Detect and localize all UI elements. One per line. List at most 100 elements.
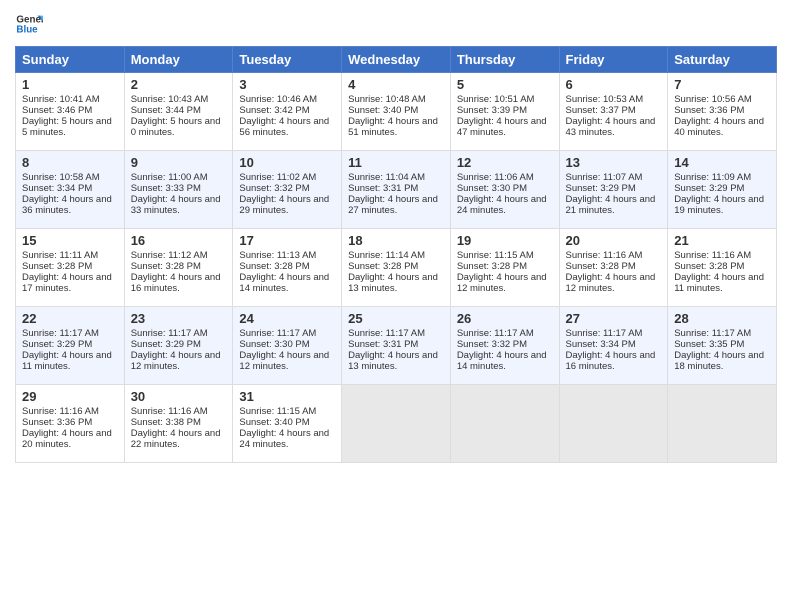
header-cell-thursday: Thursday [450, 47, 559, 73]
calendar-cell: 18Sunrise: 11:14 AMSunset: 3:28 PMDaylig… [342, 229, 451, 307]
calendar-cell: 12Sunrise: 11:06 AMSunset: 3:30 PMDaylig… [450, 151, 559, 229]
daylight-label: Daylight: 4 hours and 11 minutes. [22, 350, 112, 372]
calendar-cell: 23Sunrise: 11:17 AMSunset: 3:29 PMDaylig… [124, 307, 233, 385]
daylight-label: Daylight: 4 hours and 36 minutes. [22, 194, 112, 216]
sunset: Sunset: 3:31 PM [348, 183, 418, 194]
calendar-cell: 11Sunrise: 11:04 AMSunset: 3:31 PMDaylig… [342, 151, 451, 229]
sunrise: Sunrise: 10:41 AM [22, 94, 100, 105]
day-number: 26 [457, 311, 553, 326]
sunrise: Sunrise: 11:14 AM [348, 250, 425, 261]
sunrise: Sunrise: 11:17 AM [131, 328, 208, 339]
sunset: Sunset: 3:28 PM [22, 261, 92, 272]
header-cell-sunday: Sunday [16, 47, 125, 73]
calendar-cell: 14Sunrise: 11:09 AMSunset: 3:29 PMDaylig… [668, 151, 777, 229]
calendar-cell: 20Sunrise: 11:16 AMSunset: 3:28 PMDaylig… [559, 229, 668, 307]
calendar-cell [559, 385, 668, 463]
daylight-label: Daylight: 4 hours and 16 minutes. [131, 272, 221, 294]
sunset: Sunset: 3:28 PM [674, 261, 744, 272]
day-number: 25 [348, 311, 444, 326]
day-number: 16 [131, 233, 227, 248]
day-number: 4 [348, 77, 444, 92]
daylight-label: Daylight: 4 hours and 51 minutes. [348, 116, 438, 138]
day-number: 24 [239, 311, 335, 326]
sunrise: Sunrise: 11:06 AM [457, 172, 534, 183]
day-number: 29 [22, 389, 118, 404]
calendar-cell: 10Sunrise: 11:02 AMSunset: 3:32 PMDaylig… [233, 151, 342, 229]
daylight-label: Daylight: 4 hours and 13 minutes. [348, 272, 438, 294]
day-number: 7 [674, 77, 770, 92]
day-number: 12 [457, 155, 553, 170]
daylight-label: Daylight: 4 hours and 14 minutes. [457, 350, 547, 372]
sunset: Sunset: 3:28 PM [348, 261, 418, 272]
sunset: Sunset: 3:32 PM [239, 183, 309, 194]
sunset: Sunset: 3:40 PM [239, 417, 309, 428]
sunset: Sunset: 3:29 PM [22, 339, 92, 350]
sunrise: Sunrise: 11:17 AM [22, 328, 99, 339]
daylight-label: Daylight: 4 hours and 43 minutes. [566, 116, 656, 138]
calendar-cell: 7Sunrise: 10:56 AMSunset: 3:36 PMDayligh… [668, 73, 777, 151]
sunset: Sunset: 3:28 PM [566, 261, 636, 272]
calendar-cell: 8Sunrise: 10:58 AMSunset: 3:34 PMDayligh… [16, 151, 125, 229]
logo: General Blue [15, 10, 43, 38]
day-number: 27 [566, 311, 662, 326]
sunset: Sunset: 3:36 PM [22, 417, 92, 428]
week-row-4: 22Sunrise: 11:17 AMSunset: 3:29 PMDaylig… [16, 307, 777, 385]
sunrise: Sunrise: 11:17 AM [674, 328, 751, 339]
day-number: 5 [457, 77, 553, 92]
sunrise: Sunrise: 10:58 AM [22, 172, 100, 183]
sunset: Sunset: 3:39 PM [457, 105, 527, 116]
calendar-cell: 9Sunrise: 11:00 AMSunset: 3:33 PMDayligh… [124, 151, 233, 229]
sunset: Sunset: 3:28 PM [239, 261, 309, 272]
calendar-cell: 13Sunrise: 11:07 AMSunset: 3:29 PMDaylig… [559, 151, 668, 229]
sunrise: Sunrise: 11:15 AM [239, 406, 316, 417]
sunrise: Sunrise: 11:16 AM [674, 250, 751, 261]
daylight-label: Daylight: 4 hours and 40 minutes. [674, 116, 764, 138]
daylight-label: Daylight: 4 hours and 14 minutes. [239, 272, 329, 294]
day-number: 1 [22, 77, 118, 92]
calendar-cell: 2Sunrise: 10:43 AMSunset: 3:44 PMDayligh… [124, 73, 233, 151]
daylight-label: Daylight: 4 hours and 19 minutes. [674, 194, 764, 216]
sunset: Sunset: 3:28 PM [131, 261, 201, 272]
sunrise: Sunrise: 11:09 AM [674, 172, 751, 183]
sunrise: Sunrise: 11:13 AM [239, 250, 316, 261]
page-header: General Blue [15, 10, 777, 38]
week-row-3: 15Sunrise: 11:11 AMSunset: 3:28 PMDaylig… [16, 229, 777, 307]
calendar-cell: 4Sunrise: 10:48 AMSunset: 3:40 PMDayligh… [342, 73, 451, 151]
calendar-cell: 26Sunrise: 11:17 AMSunset: 3:32 PMDaylig… [450, 307, 559, 385]
sunset: Sunset: 3:29 PM [674, 183, 744, 194]
calendar-table: SundayMondayTuesdayWednesdayThursdayFrid… [15, 46, 777, 463]
sunset: Sunset: 3:33 PM [131, 183, 201, 194]
day-number: 11 [348, 155, 444, 170]
sunrise: Sunrise: 11:16 AM [131, 406, 208, 417]
daylight-label: Daylight: 4 hours and 24 minutes. [457, 194, 547, 216]
sunrise: Sunrise: 11:17 AM [239, 328, 316, 339]
sunset: Sunset: 3:46 PM [22, 105, 92, 116]
daylight-label: Daylight: 4 hours and 12 minutes. [457, 272, 547, 294]
daylight-label: Daylight: 4 hours and 27 minutes. [348, 194, 438, 216]
sunset: Sunset: 3:29 PM [566, 183, 636, 194]
sunrise: Sunrise: 11:11 AM [22, 250, 98, 261]
sunrise: Sunrise: 11:17 AM [566, 328, 643, 339]
sunrise: Sunrise: 10:51 AM [457, 94, 535, 105]
week-row-1: 1Sunrise: 10:41 AMSunset: 3:46 PMDayligh… [16, 73, 777, 151]
calendar-cell: 15Sunrise: 11:11 AMSunset: 3:28 PMDaylig… [16, 229, 125, 307]
calendar-cell: 3Sunrise: 10:46 AMSunset: 3:42 PMDayligh… [233, 73, 342, 151]
calendar-cell: 31Sunrise: 11:15 AMSunset: 3:40 PMDaylig… [233, 385, 342, 463]
daylight-label: Daylight: 4 hours and 47 minutes. [457, 116, 547, 138]
calendar-cell: 1 Sunrise: 10:41 AMSunset: 3:46 PMDayligh… [16, 73, 125, 151]
day-number: 31 [239, 389, 335, 404]
day-number: 9 [131, 155, 227, 170]
sunset: Sunset: 3:38 PM [131, 417, 201, 428]
sunset: Sunset: 3:29 PM [131, 339, 201, 350]
calendar-cell: 6Sunrise: 10:53 AMSunset: 3:37 PMDayligh… [559, 73, 668, 151]
week-row-5: 29Sunrise: 11:16 AMSunset: 3:36 PMDaylig… [16, 385, 777, 463]
calendar-cell: 19Sunrise: 11:15 AMSunset: 3:28 PMDaylig… [450, 229, 559, 307]
daylight-label: Daylight: 4 hours and 12 minutes. [566, 272, 656, 294]
sunrise: Sunrise: 11:02 AM [239, 172, 316, 183]
calendar-cell [450, 385, 559, 463]
daylight-label: Daylight: 5 hours and 5 minutes. [22, 116, 112, 138]
daylight-label: Daylight: 4 hours and 17 minutes. [22, 272, 112, 294]
day-number: 22 [22, 311, 118, 326]
header-cell-friday: Friday [559, 47, 668, 73]
sunset: Sunset: 3:42 PM [239, 105, 309, 116]
